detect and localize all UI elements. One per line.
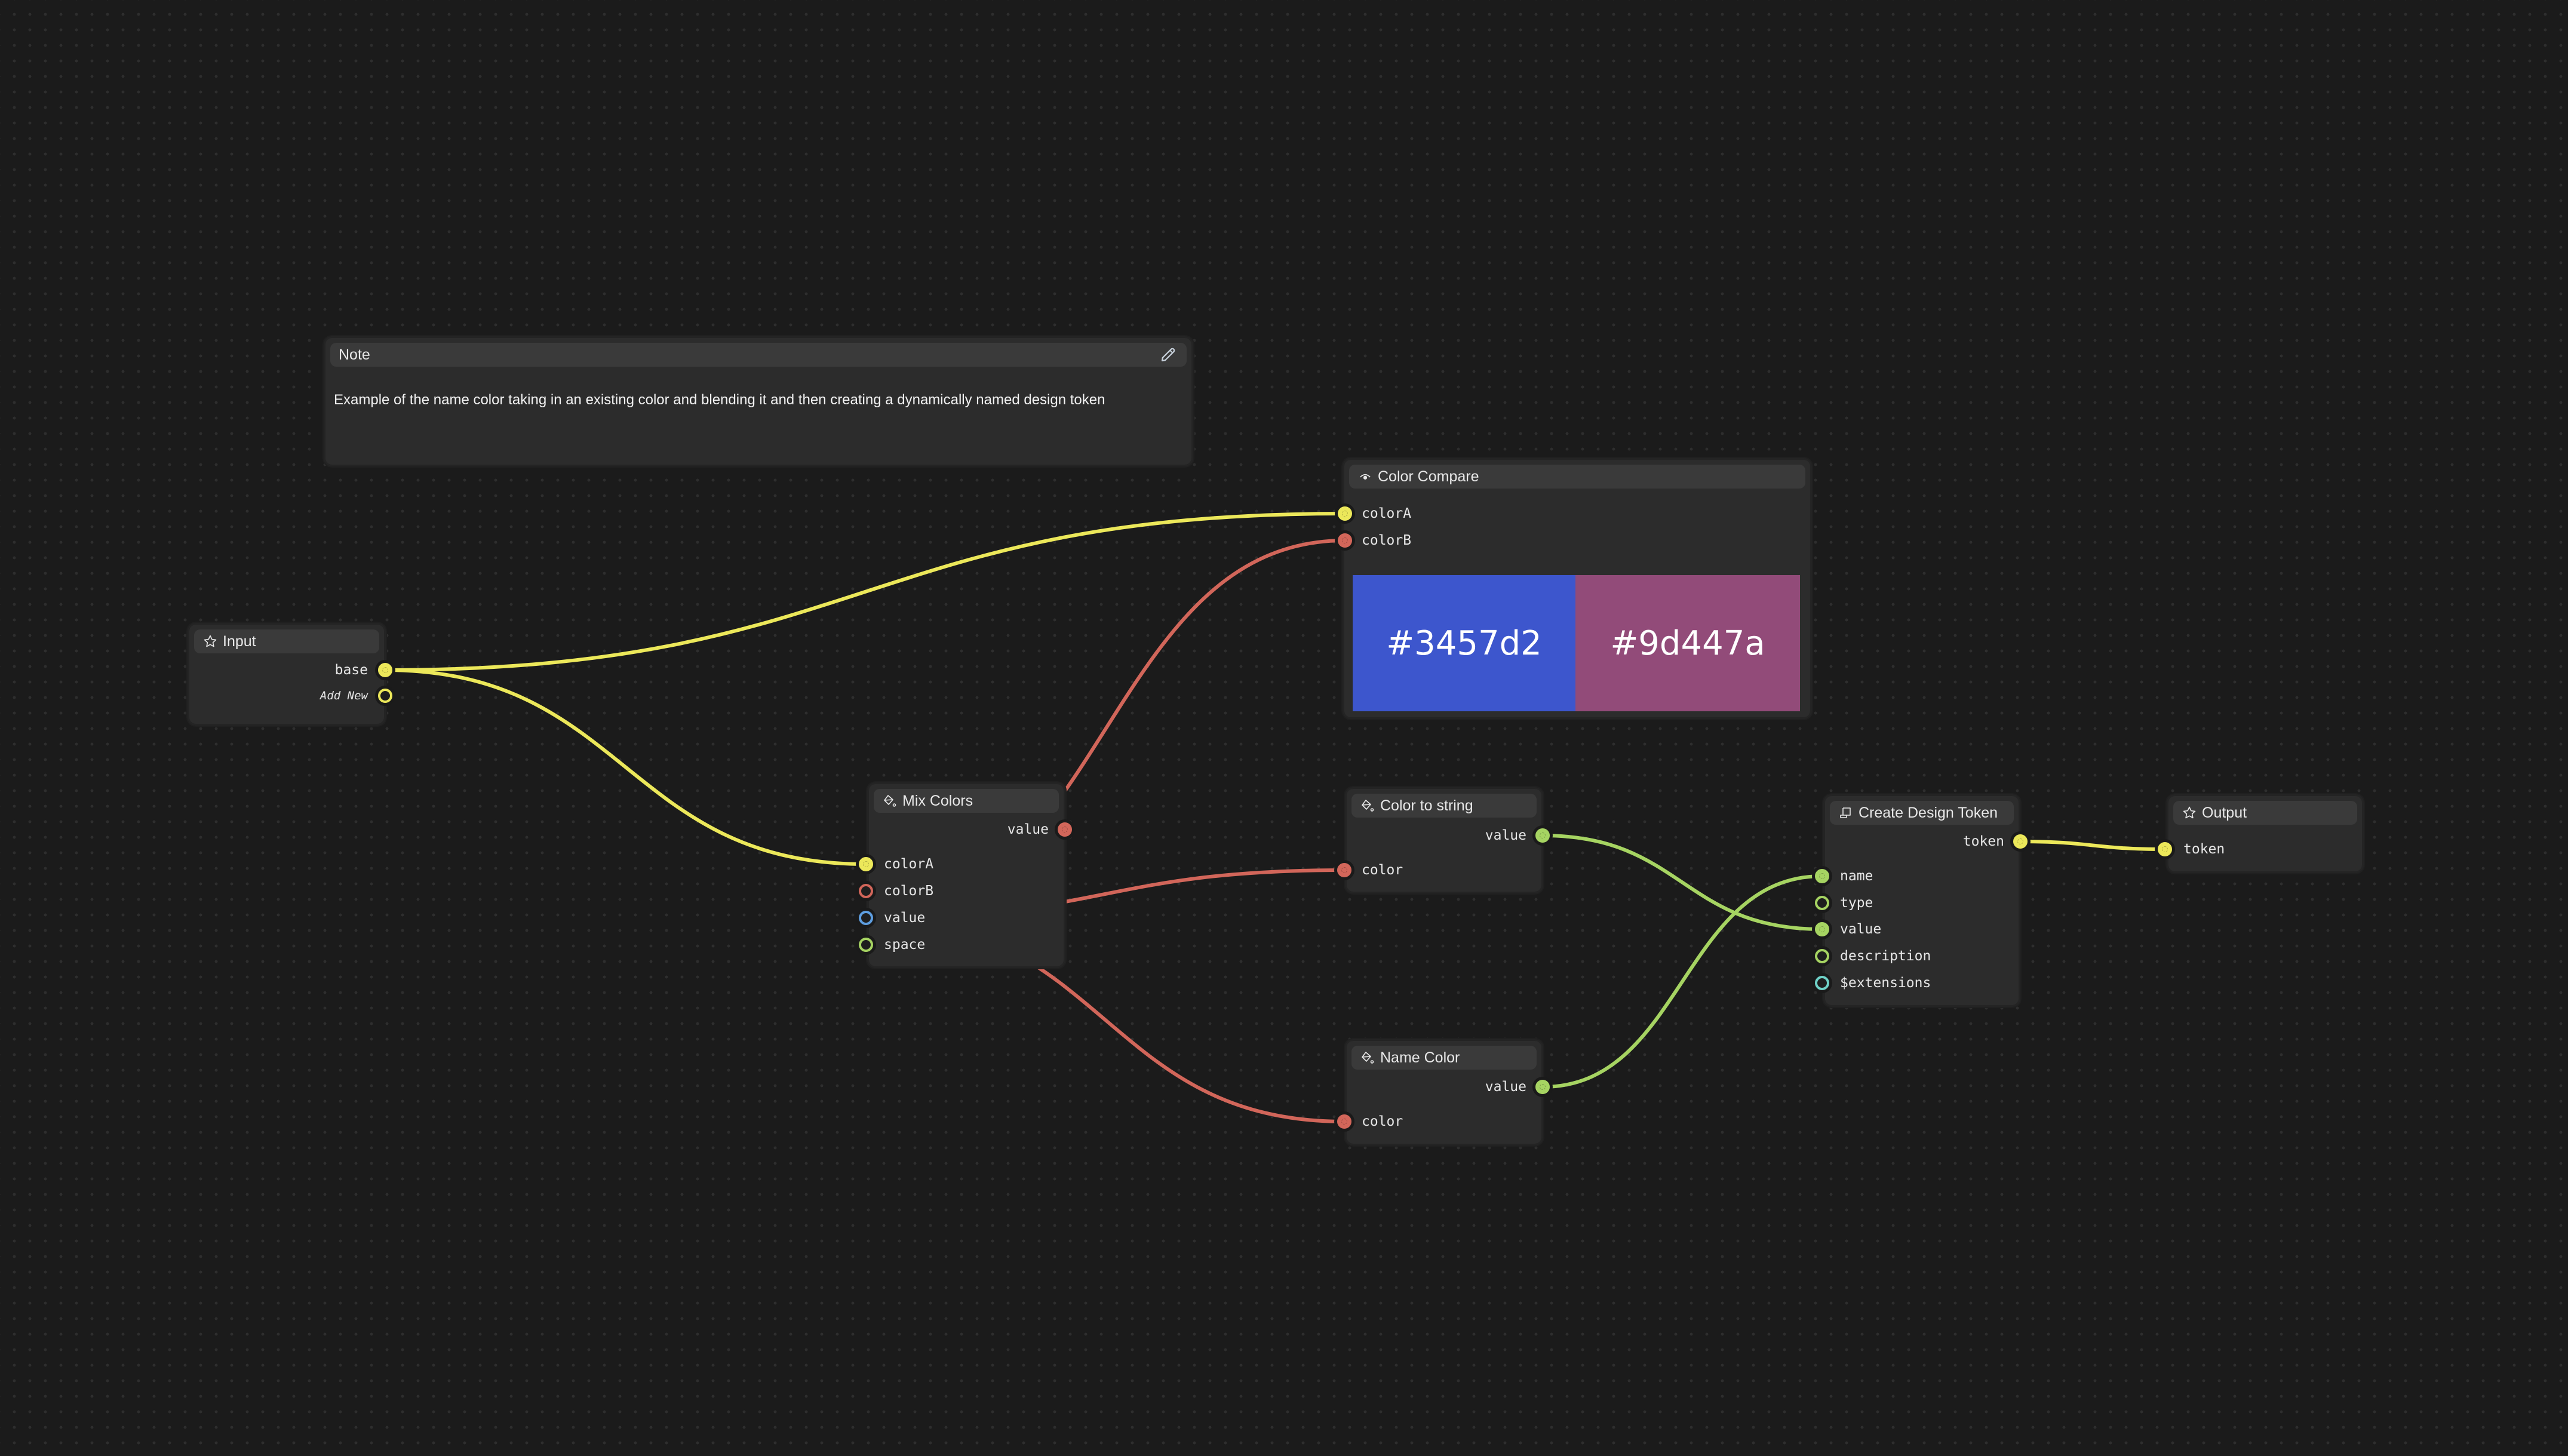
input-handle-addnew[interactable] — [378, 689, 392, 703]
input-port-base-label: base — [334, 662, 368, 678]
note-text: Example of the name color taking in an e… — [334, 392, 1105, 408]
mix-colors-header[interactable]: Mix Colors — [874, 789, 1059, 813]
create-design-token-port-token-label: token — [1962, 834, 2004, 849]
create-design-token-port-name-label: name — [1840, 868, 1873, 884]
wire-input-base-to-mix-colors-colorA[interactable] — [383, 668, 868, 866]
mix-colors-port-colorB-label: colorB — [884, 883, 934, 899]
input-node-header[interactable]: Input — [194, 629, 379, 653]
mix-colors-handle-colora[interactable] — [859, 857, 873, 871]
create-design-token-header[interactable]: Create Design Token — [1830, 801, 2014, 825]
paint-bucket-icon — [1360, 798, 1375, 813]
color-swatch-a: #3457d2 — [1353, 575, 1575, 711]
mix-colors-port-space-label: space — [884, 937, 926, 953]
note-header[interactable]: Note — [330, 343, 1187, 367]
mix-colors-handle-value[interactable] — [1058, 822, 1072, 837]
name-color-title: Name Color — [1380, 1049, 1460, 1066]
output-handle-token[interactable] — [2158, 842, 2172, 856]
create-design-token-handle-value[interactable] — [1815, 922, 1829, 936]
create-design-token-handle-name[interactable] — [1815, 869, 1829, 883]
mix-colors-handle-value[interactable] — [859, 911, 873, 925]
connection-wires — [383, 512, 2167, 1123]
create-design-token-handle-type[interactable] — [1815, 896, 1829, 910]
paint-bucket-icon — [1360, 1050, 1375, 1065]
mix-colors-handle-space[interactable] — [859, 938, 873, 952]
paint-bucket-icon — [882, 793, 898, 809]
input-handle-base[interactable] — [378, 663, 392, 677]
wire-name-color-value-to-create-design-token-name[interactable] — [1541, 874, 1824, 1089]
input-port-add-new-label[interactable]: Add New — [251, 687, 368, 705]
mix-colors-port-value-out-label: value — [1007, 822, 1049, 837]
input-node-title: Input — [223, 632, 256, 650]
wire-create-design-token-token-to-output-token[interactable] — [2019, 840, 2167, 851]
mix-colors-handle-colorb[interactable] — [859, 884, 873, 898]
name-color-port-value-label: value — [1485, 1079, 1526, 1095]
output-node-title: Output — [2202, 804, 2247, 821]
output-node-header[interactable]: Output — [2173, 801, 2357, 825]
name-color-header[interactable]: Name Color — [1351, 1046, 1537, 1070]
token-icon — [1838, 805, 1854, 821]
color-swatch-b-label: #9d447a — [1610, 623, 1765, 663]
note-node[interactable]: Note Example of the name color taking in… — [324, 336, 1193, 466]
color-to-string-port-color-label: color — [1362, 862, 1403, 878]
mix-colors-port-value-label: value — [884, 910, 926, 926]
color-compare-port-colorA-label: colorA — [1362, 506, 1412, 521]
star-icon — [202, 634, 218, 649]
color-compare-handle-colorb[interactable] — [1338, 533, 1352, 548]
color-to-string-title: Color to string — [1380, 797, 1473, 814]
color-compare-node[interactable]: Color Compare #3457d2 #9d447a — [1343, 458, 1812, 719]
color-swatch-a-label: #3457d2 — [1386, 623, 1542, 663]
create-design-token-port-value-label: value — [1840, 921, 1882, 937]
create-design-token-port-description-label: description — [1840, 948, 1931, 964]
wire-color-to-string-value-to-create-design-token-value[interactable] — [1541, 834, 1824, 931]
output-port-token-label: token — [2183, 841, 2225, 857]
create-design-token-port-type-label: type — [1840, 895, 1873, 911]
color-swatch-b: #9d447a — [1575, 575, 1800, 711]
wire-input-base-to-color-compare-colorA[interactable] — [383, 512, 1347, 672]
note-title: Note — [339, 346, 370, 363]
name-color-handle-value[interactable] — [1535, 1080, 1550, 1094]
color-compare-handle-colora[interactable] — [1338, 506, 1352, 521]
create-design-token-port-extensions-label: $extensions — [1840, 975, 1931, 991]
color-to-string-handle-value[interactable] — [1535, 828, 1550, 843]
eye-icon — [1357, 469, 1373, 484]
name-color-port-color-label: color — [1362, 1114, 1403, 1129]
color-compare-header[interactable]: Color Compare — [1349, 465, 1805, 489]
color-compare-port-colorB-label: colorB — [1362, 533, 1412, 548]
star-icon — [2182, 805, 2197, 821]
create-design-token-handle-description[interactable] — [1815, 949, 1829, 963]
create-design-token-title: Create Design Token — [1859, 804, 1998, 821]
color-compare-title: Color Compare — [1378, 468, 1479, 485]
output-node[interactable]: Output — [2167, 794, 2364, 873]
create-design-token-handle-extensions[interactable] — [1815, 976, 1829, 990]
pencil-icon[interactable] — [1159, 346, 1177, 364]
name-color-handle-color[interactable] — [1337, 1114, 1351, 1129]
mix-colors-port-colorA-label: colorA — [884, 856, 934, 872]
color-to-string-handle-color[interactable] — [1337, 863, 1351, 877]
mix-colors-title: Mix Colors — [902, 792, 973, 809]
create-design-token-handle-token[interactable] — [2013, 834, 2028, 849]
color-to-string-port-value-label: value — [1485, 828, 1526, 843]
color-to-string-header[interactable]: Color to string — [1351, 794, 1537, 818]
